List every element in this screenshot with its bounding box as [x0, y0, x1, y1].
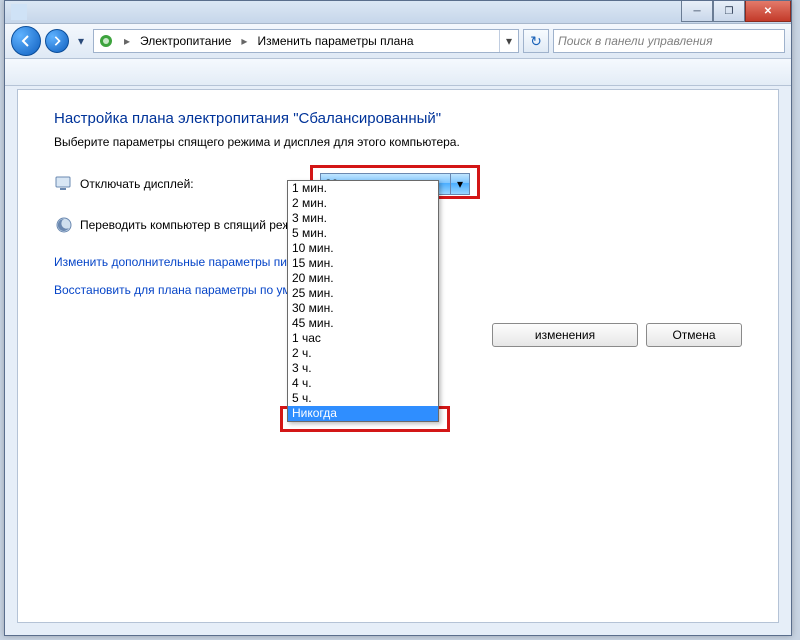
maximize-button[interactable]: ❐ — [713, 1, 745, 22]
moon-icon — [54, 215, 74, 235]
dropdown-option[interactable]: 25 мин. — [288, 286, 438, 301]
dropdown-option[interactable]: 5 мин. — [288, 226, 438, 241]
display-off-dropdown[interactable]: 1 мин.2 мин.3 мин.5 мин.10 мин.15 мин.20… — [287, 180, 439, 422]
page-subtitle: Выберите параметры спящего режима и дисп… — [54, 135, 742, 149]
toolbar — [5, 59, 791, 86]
dropdown-option[interactable]: 45 мин. — [288, 316, 438, 331]
breadcrumb-sep-icon: ▸ — [120, 34, 134, 48]
dropdown-option[interactable]: 20 мин. — [288, 271, 438, 286]
breadcrumb-sep-icon: ▸ — [237, 34, 251, 48]
dropdown-option[interactable]: 2 ч. — [288, 346, 438, 361]
save-changes-button[interactable]: изменения — [492, 323, 638, 347]
forward-button[interactable] — [45, 29, 69, 53]
breadcrumb-item-power[interactable]: Электропитание — [140, 34, 231, 48]
dropdown-option[interactable]: 3 ч. — [288, 361, 438, 376]
cancel-button[interactable]: Отмена — [646, 323, 742, 347]
page-title: Настройка плана электропитания "Сбаланси… — [54, 110, 742, 127]
dialog-buttons: изменения Отмена — [492, 323, 742, 347]
nav-bar: ▾ ▸ Электропитание ▸ Изменить параметры … — [5, 24, 791, 59]
chevron-down-icon: ▾ — [450, 174, 469, 194]
dropdown-option[interactable]: 1 мин. — [288, 181, 438, 196]
refresh-button[interactable]: ↻ — [523, 29, 549, 53]
dropdown-option[interactable]: Никогда — [288, 406, 438, 421]
breadcrumb-item-edit-plan[interactable]: Изменить параметры плана — [257, 34, 413, 48]
address-bar[interactable]: ▸ Электропитание ▸ Изменить параметры пл… — [93, 29, 519, 53]
dropdown-option[interactable]: 4 ч. — [288, 376, 438, 391]
search-input[interactable]: Поиск в панели управления — [553, 29, 785, 53]
power-plan-icon — [98, 33, 114, 49]
dropdown-option[interactable]: 2 мин. — [288, 196, 438, 211]
dropdown-option[interactable]: 10 мин. — [288, 241, 438, 256]
cancel-label: Отмена — [672, 328, 715, 342]
dropdown-option[interactable]: 5 ч. — [288, 391, 438, 406]
sleep-label: Переводить компьютер в спящий режим: — [80, 218, 309, 232]
address-dropdown-icon[interactable]: ▾ — [499, 30, 518, 52]
back-button[interactable] — [11, 26, 41, 56]
window-frame: ─ ❐ ✕ ▾ ▸ Электропитание ▸ Изменить пара… — [4, 0, 792, 636]
dropdown-option[interactable]: 3 мин. — [288, 211, 438, 226]
dropdown-option[interactable]: 1 час — [288, 331, 438, 346]
dropdown-option[interactable]: 30 мин. — [288, 301, 438, 316]
dropdown-option[interactable]: 15 мин. — [288, 256, 438, 271]
app-icon — [11, 4, 27, 20]
advanced-settings-link[interactable]: Изменить дополнительные параметры питани… — [54, 255, 319, 269]
monitor-icon — [54, 174, 74, 194]
save-changes-label: изменения — [535, 328, 595, 342]
display-off-label: Отключать дисплей: — [80, 177, 320, 191]
close-button[interactable]: ✕ — [745, 1, 791, 22]
history-dropdown-icon[interactable]: ▾ — [73, 27, 89, 55]
content-area: Настройка плана электропитания "Сбаланси… — [17, 89, 779, 623]
minimize-button[interactable]: ─ — [681, 1, 713, 22]
titlebar[interactable]: ─ ❐ ✕ — [5, 1, 791, 24]
